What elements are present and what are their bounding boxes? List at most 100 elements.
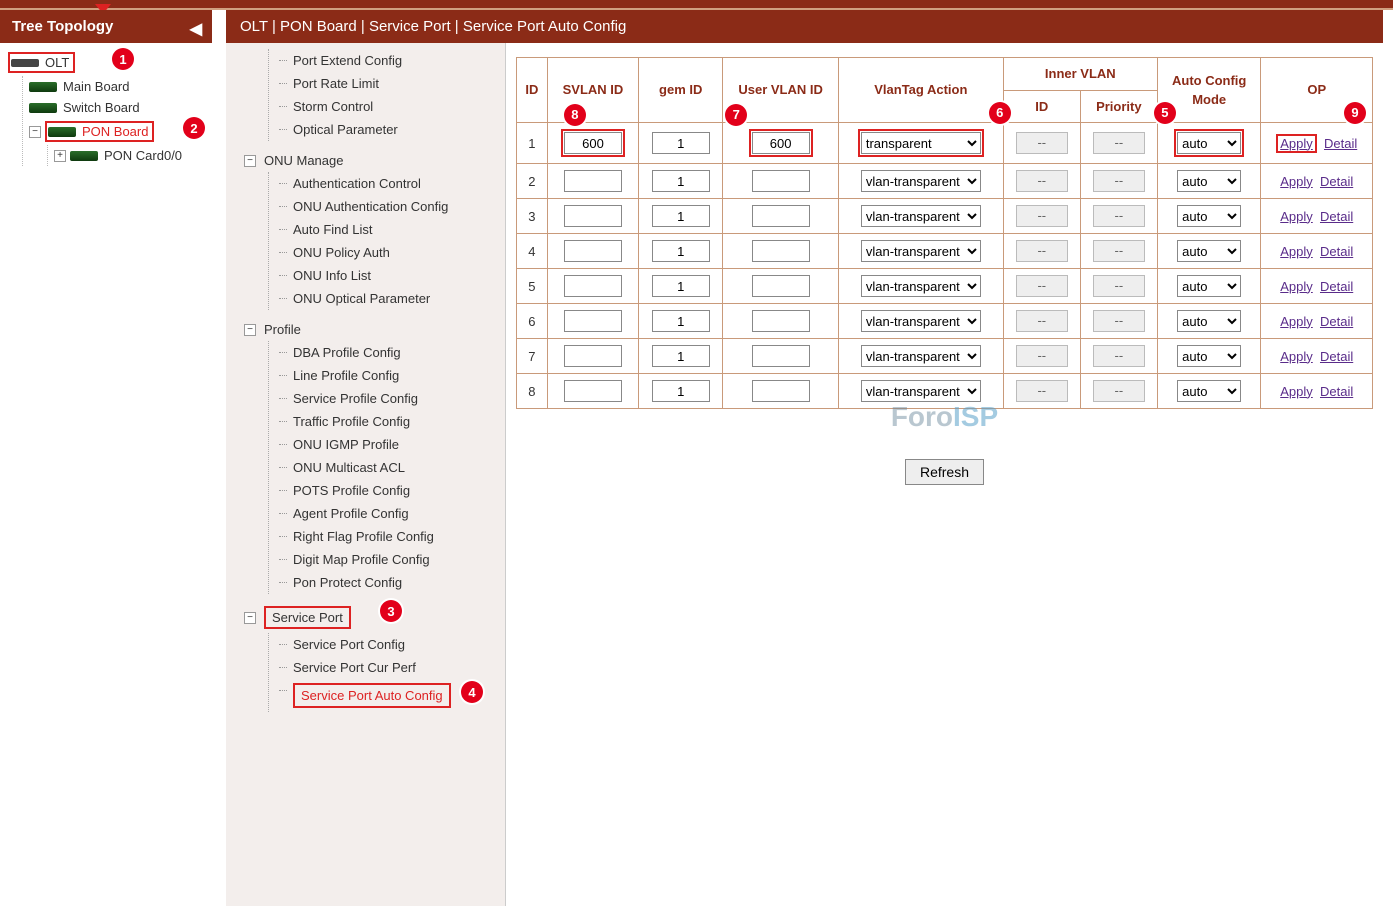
apply-link[interactable]: Apply bbox=[1280, 174, 1313, 189]
svlan-input[interactable] bbox=[564, 345, 622, 367]
mode-select[interactable]: auto bbox=[1177, 345, 1241, 367]
gem-input[interactable] bbox=[652, 275, 710, 297]
user-vlan-input[interactable] bbox=[752, 310, 810, 332]
tree-main-board[interactable]: Main Board bbox=[23, 76, 208, 97]
mode-select[interactable]: auto bbox=[1177, 275, 1241, 297]
nav-digit-map-profile[interactable]: Digit Map Profile Config bbox=[269, 548, 497, 571]
nav-line-profile[interactable]: Line Profile Config bbox=[269, 364, 497, 387]
gem-input[interactable] bbox=[652, 345, 710, 367]
gem-input[interactable] bbox=[652, 205, 710, 227]
tree-switch-board-label: Switch Board bbox=[63, 100, 140, 115]
detail-link[interactable]: Detail bbox=[1320, 244, 1353, 259]
detail-link[interactable]: Detail bbox=[1320, 174, 1353, 189]
detail-link[interactable]: Detail bbox=[1320, 384, 1353, 399]
gem-input[interactable] bbox=[652, 132, 710, 154]
gem-input[interactable] bbox=[652, 380, 710, 402]
svlan-input[interactable] bbox=[564, 310, 622, 332]
expander-icon[interactable]: − bbox=[244, 324, 256, 336]
nav-igmp-profile[interactable]: ONU IGMP Profile bbox=[269, 433, 497, 456]
svlan-input[interactable] bbox=[564, 170, 622, 192]
user-vlan-input[interactable] bbox=[752, 205, 810, 227]
user-vlan-input[interactable] bbox=[752, 275, 810, 297]
vlantag-select[interactable]: transparentvlan-transparent bbox=[861, 310, 981, 332]
tree-switch-board[interactable]: Switch Board bbox=[23, 97, 208, 118]
nav-port-extend[interactable]: Port Extend Config bbox=[269, 49, 497, 72]
apply-link[interactable]: Apply bbox=[1280, 279, 1313, 294]
expander-icon[interactable]: − bbox=[29, 126, 41, 138]
nav-optical[interactable]: Optical Parameter bbox=[269, 118, 497, 141]
svlan-input[interactable] bbox=[564, 132, 622, 154]
col-inner-id: ID bbox=[1003, 90, 1080, 123]
vlantag-select[interactable]: transparentvlan-transparent bbox=[861, 380, 981, 402]
user-vlan-input[interactable] bbox=[752, 132, 810, 154]
mode-select[interactable]: auto bbox=[1177, 310, 1241, 332]
cell-id: 7 bbox=[517, 339, 548, 374]
vlantag-select[interactable]: transparentvlan-transparent bbox=[861, 170, 981, 192]
gem-input[interactable] bbox=[652, 170, 710, 192]
expander-icon[interactable]: + bbox=[54, 150, 66, 162]
nav-onu-info[interactable]: ONU Info List bbox=[269, 264, 497, 287]
nav-pots-profile[interactable]: POTS Profile Config bbox=[269, 479, 497, 502]
detail-link[interactable]: Detail bbox=[1320, 349, 1353, 364]
tree-pon-board[interactable]: − PON Board 2 bbox=[23, 118, 208, 145]
vlantag-select[interactable]: transparentvlan-transparent bbox=[861, 240, 981, 262]
cell-id: 1 bbox=[517, 123, 548, 164]
gem-input[interactable] bbox=[652, 310, 710, 332]
nav-service-port-config[interactable]: Service Port Config bbox=[269, 633, 497, 656]
expander-icon[interactable]: − bbox=[244, 612, 256, 624]
nav-onu-optical[interactable]: ONU Optical Parameter bbox=[269, 287, 497, 310]
nav-service-port[interactable]: − Service Port 3 bbox=[242, 602, 497, 633]
detail-link[interactable]: Detail bbox=[1324, 136, 1357, 151]
svlan-input[interactable] bbox=[564, 275, 622, 297]
tree-olt[interactable]: OLT 1 bbox=[4, 49, 208, 76]
gem-input[interactable] bbox=[652, 240, 710, 262]
expander-icon[interactable]: − bbox=[244, 155, 256, 167]
detail-link[interactable]: Detail bbox=[1320, 279, 1353, 294]
nav-onu-policy[interactable]: ONU Policy Auth bbox=[269, 241, 497, 264]
mode-select[interactable]: auto bbox=[1177, 132, 1241, 154]
nav-profile[interactable]: − Profile bbox=[242, 318, 497, 341]
mode-select[interactable]: auto bbox=[1177, 240, 1241, 262]
nav-agent-profile[interactable]: Agent Profile Config bbox=[269, 502, 497, 525]
svlan-input[interactable] bbox=[564, 240, 622, 262]
detail-link[interactable]: Detail bbox=[1320, 314, 1353, 329]
apply-link[interactable]: Apply bbox=[1280, 314, 1313, 329]
apply-link[interactable]: Apply bbox=[1280, 384, 1313, 399]
nav-pon-protect[interactable]: Pon Protect Config bbox=[269, 571, 497, 594]
nav-multicast-acl[interactable]: ONU Multicast ACL bbox=[269, 456, 497, 479]
apply-link[interactable]: Apply bbox=[1280, 209, 1313, 224]
nav-service-port-auto-config[interactable]: Service Port Auto Config 4 bbox=[269, 679, 497, 712]
mode-select[interactable]: auto bbox=[1177, 205, 1241, 227]
nav-auth-control[interactable]: Authentication Control bbox=[269, 172, 497, 195]
nav-port-rate[interactable]: Port Rate Limit bbox=[269, 72, 497, 95]
user-vlan-input[interactable] bbox=[752, 170, 810, 192]
nav-dba-profile[interactable]: DBA Profile Config bbox=[269, 341, 497, 364]
user-vlan-input[interactable] bbox=[752, 380, 810, 402]
detail-link[interactable]: Detail bbox=[1320, 209, 1353, 224]
vlantag-select[interactable]: transparentvlan-transparent bbox=[861, 205, 981, 227]
tree-pon-card[interactable]: + PON Card0/0 bbox=[48, 145, 208, 166]
nav-storm[interactable]: Storm Control bbox=[269, 95, 497, 118]
nav-service-port-cur-perf[interactable]: Service Port Cur Perf bbox=[269, 656, 497, 679]
user-vlan-input[interactable] bbox=[752, 240, 810, 262]
mode-select[interactable]: auto bbox=[1177, 380, 1241, 402]
nav-auto-find[interactable]: Auto Find List bbox=[269, 218, 497, 241]
vlantag-select[interactable]: transparentvlan-transparent bbox=[861, 275, 981, 297]
vlantag-select[interactable]: transparentvlan-transparent bbox=[861, 345, 981, 367]
svlan-input[interactable] bbox=[564, 205, 622, 227]
apply-link[interactable]: Apply bbox=[1280, 136, 1313, 151]
nav-onu-manage[interactable]: − ONU Manage bbox=[242, 149, 497, 172]
refresh-button[interactable]: Refresh bbox=[905, 459, 984, 485]
nav-traffic-profile[interactable]: Traffic Profile Config bbox=[269, 410, 497, 433]
vlantag-select[interactable]: transparentvlan-transparent bbox=[861, 132, 981, 154]
apply-link[interactable]: Apply bbox=[1280, 244, 1313, 259]
mode-select[interactable]: auto bbox=[1177, 170, 1241, 192]
apply-link[interactable]: Apply bbox=[1280, 349, 1313, 364]
collapse-arrow-icon[interactable]: ◀ bbox=[190, 19, 202, 39]
nav-onu-auth-config[interactable]: ONU Authentication Config bbox=[269, 195, 497, 218]
top-bar bbox=[0, 0, 1393, 10]
nav-right-flag-profile[interactable]: Right Flag Profile Config bbox=[269, 525, 497, 548]
svlan-input[interactable] bbox=[564, 380, 622, 402]
nav-service-profile[interactable]: Service Profile Config bbox=[269, 387, 497, 410]
user-vlan-input[interactable] bbox=[752, 345, 810, 367]
